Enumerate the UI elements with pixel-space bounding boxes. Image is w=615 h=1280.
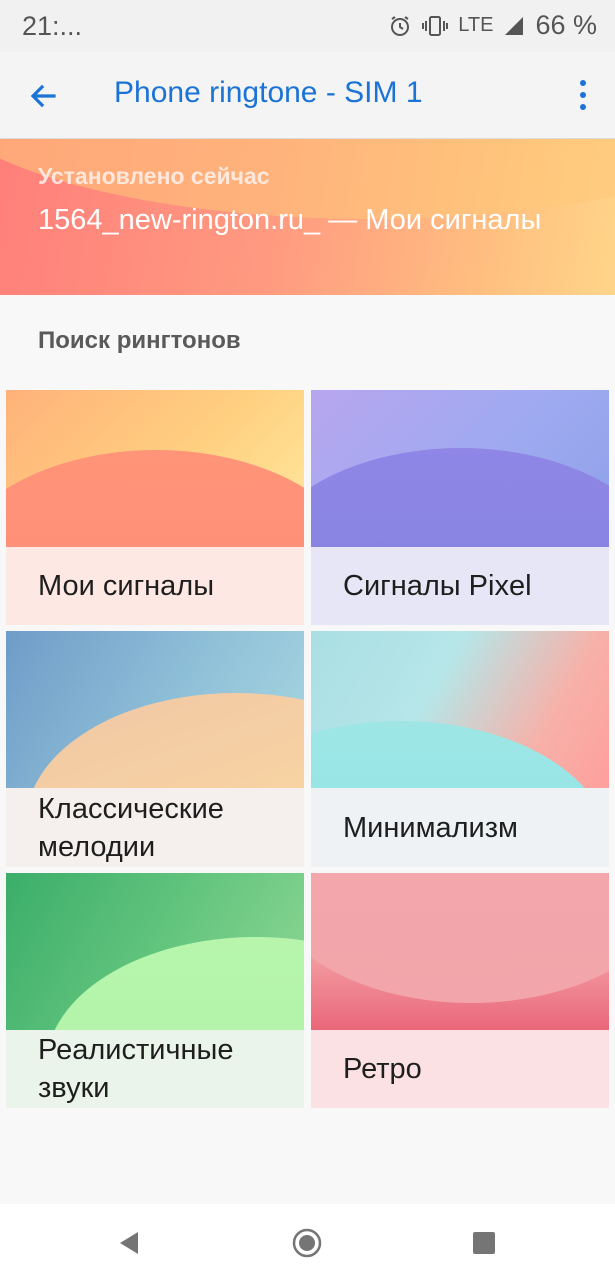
- battery-percent: 66 %: [535, 10, 597, 40]
- category-tile-retro[interactable]: Ретро: [311, 873, 609, 1108]
- category-tile-classic[interactable]: Классические мелодии: [6, 631, 304, 867]
- signal-icon: [505, 16, 524, 35]
- current-ringtone-banner[interactable]: Установлено сейчас 1564_new-rington.ru_ …: [0, 139, 615, 295]
- category-tile-my-sounds[interactable]: Мои сигналы: [6, 390, 304, 625]
- tile-label: Минимализм: [311, 788, 609, 867]
- tile-artwork: [311, 390, 609, 547]
- recents-square-icon[interactable]: [472, 1231, 496, 1255]
- category-tile-minimalism[interactable]: Минимализм: [311, 631, 609, 867]
- tile-artwork: [6, 631, 304, 788]
- vibrate-icon: [422, 15, 449, 36]
- back-arrow-icon[interactable]: [24, 76, 64, 116]
- status-bar: 21:... LTE 66 %: [0, 0, 615, 52]
- page-title: Phone ringtone - SIM 1: [114, 76, 423, 109]
- section-title: Поиск рингтонов: [38, 327, 241, 354]
- tile-label: Сигналы Pixel: [311, 547, 609, 625]
- status-time: 21:...: [22, 11, 83, 41]
- tile-label: Ретро: [311, 1030, 609, 1108]
- current-ringtone-value: 1564_new-rington.ru_ — Мои сигналы: [38, 204, 542, 236]
- category-tile-realistic[interactable]: Реалистичные звуки: [6, 873, 304, 1108]
- tile-label: Классические мелодии: [6, 788, 304, 867]
- status-icons: LTE 66 %: [388, 10, 597, 41]
- tile-label: Мои сигналы: [6, 547, 304, 625]
- alarm-icon: [391, 15, 410, 36]
- tile-artwork: [6, 390, 304, 547]
- more-vert-icon[interactable]: [573, 78, 593, 112]
- current-ringtone-label: Установлено сейчас: [38, 163, 270, 189]
- home-circle-icon[interactable]: [292, 1228, 322, 1258]
- tile-artwork: [311, 873, 609, 1030]
- tile-label: Реалистичные звуки: [6, 1030, 304, 1108]
- network-type: LTE: [458, 14, 494, 36]
- back-triangle-icon[interactable]: [116, 1230, 142, 1256]
- tile-artwork: [311, 631, 609, 788]
- category-tile-pixel-sounds[interactable]: Сигналы Pixel: [311, 390, 609, 625]
- app-bar: Phone ringtone - SIM 1: [0, 52, 615, 139]
- tile-artwork: [6, 873, 304, 1030]
- system-nav-bar: [0, 1204, 615, 1280]
